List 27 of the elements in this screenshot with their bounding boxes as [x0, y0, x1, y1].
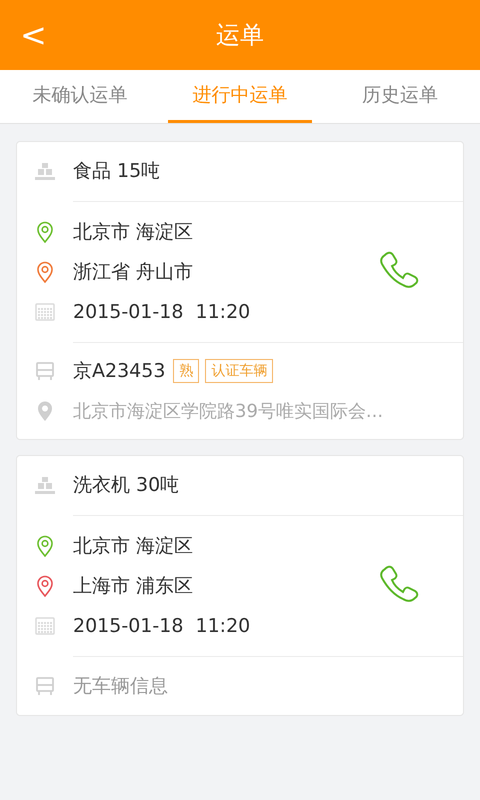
date-time-text: 2015-01-18 11:20	[73, 614, 250, 639]
date-time-text: 2015-01-18 11:20	[73, 300, 250, 325]
order-card[interactable]: 洗衣机 30吨 北京市 海淀区 上海市 浦东区 2015-01-18 11:20 无车辆信息	[16, 455, 464, 716]
tab[interactable]: 进行中运单	[168, 70, 312, 123]
location-pin-icon	[36, 400, 54, 422]
tag: 熟	[173, 359, 200, 383]
place-text: 浙江省 舟山市	[73, 260, 194, 285]
truck-icon	[35, 676, 55, 696]
place-text: 北京市 海淀区	[73, 220, 194, 245]
tab[interactable]: 历史运单	[328, 70, 472, 123]
place-text: 北京市 海淀区	[73, 534, 194, 559]
page-title: 运单	[216, 20, 264, 51]
tag: 认证车辆	[205, 359, 274, 383]
truck-icon	[35, 361, 55, 381]
cargo-text: 食品 15吨	[73, 159, 160, 184]
plate-number: 京A23453	[73, 358, 166, 384]
back-button[interactable]: <	[12, 11, 55, 59]
cargo-text: 洗衣机 30吨	[73, 473, 180, 498]
boxes-icon	[34, 476, 56, 496]
boxes-icon	[34, 162, 56, 182]
no-vehicle-text: 无车辆信息	[73, 674, 168, 699]
place-text: 上海市 浦东区	[73, 574, 194, 599]
tab[interactable]: 未确认运单	[8, 70, 152, 123]
order-card[interactable]: 食品 15吨 北京市 海淀区 浙江省 舟山市 2015-01-18 11:20 京A23453 熟 认证车辆 北京市海淀区学院路39号唯实国际会...	[16, 141, 464, 440]
calendar-icon	[35, 617, 55, 635]
vehicle-location-text: 北京市海淀区学院路39号唯实国际会...	[73, 400, 384, 424]
calendar-icon	[35, 303, 55, 321]
